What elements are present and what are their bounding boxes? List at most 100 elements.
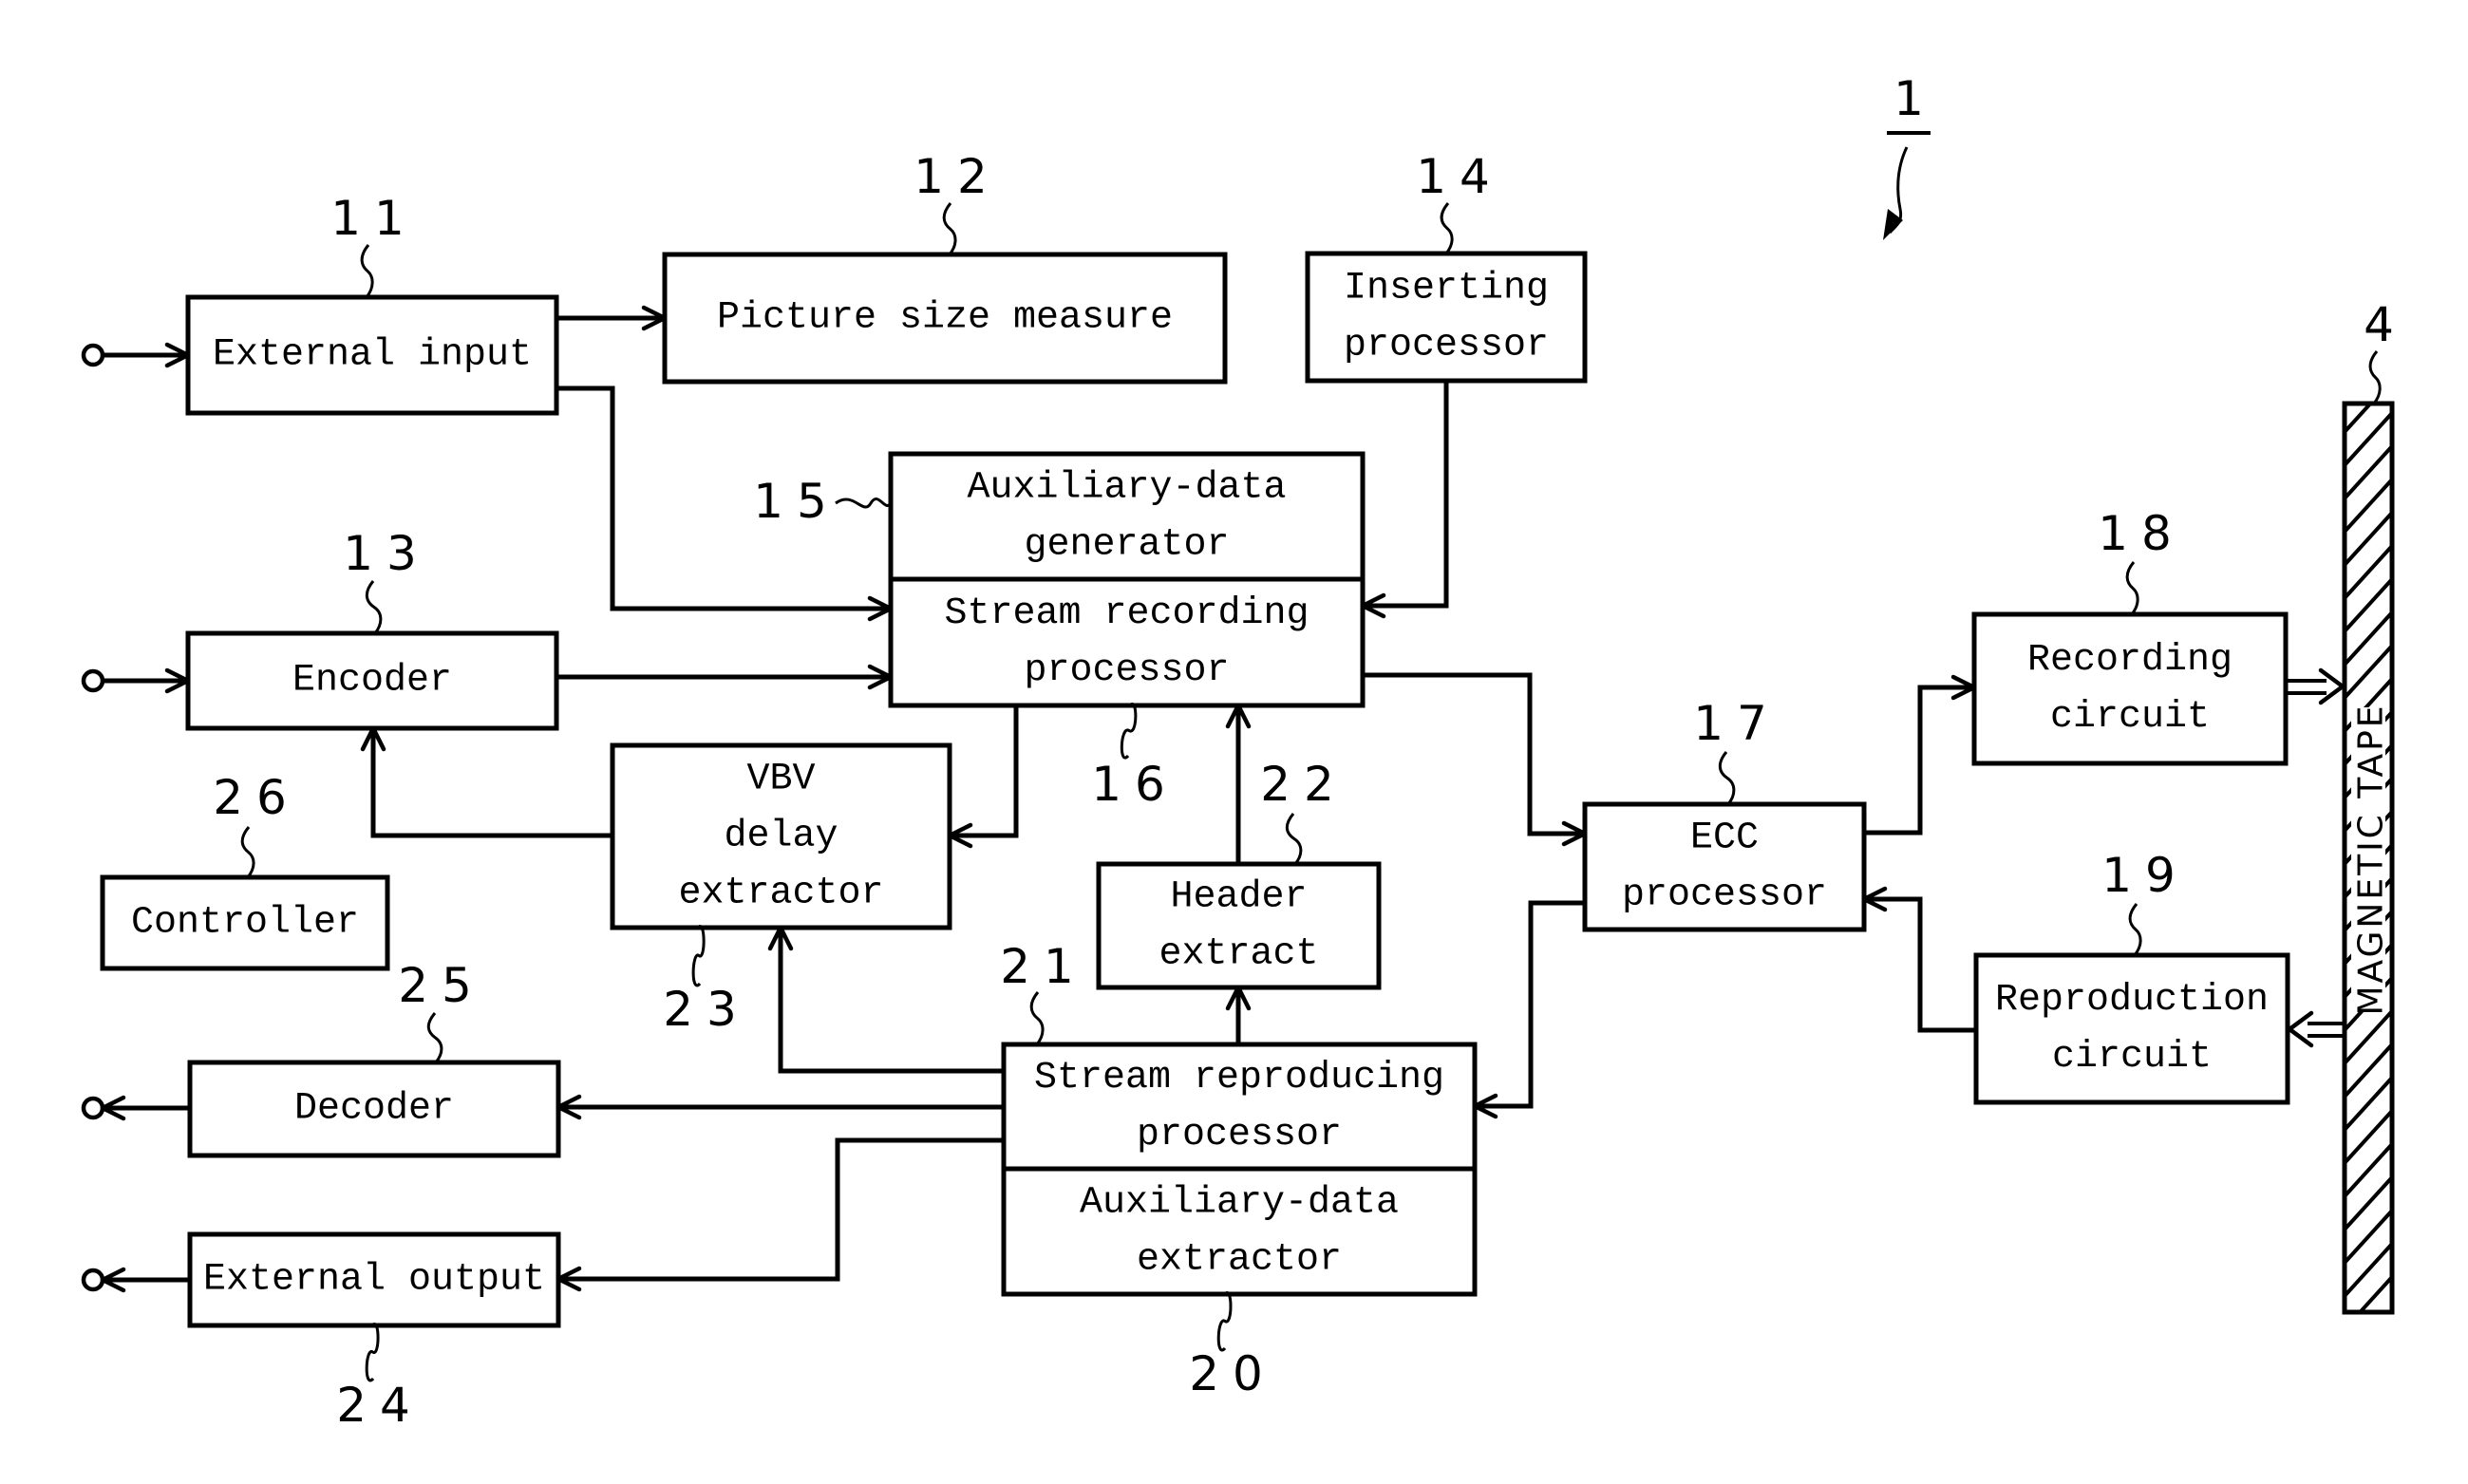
- connector-line: [556, 385, 891, 611]
- ref-16: 16: [1091, 702, 1178, 812]
- wire-input-to-encoder: [103, 667, 191, 694]
- aux-extractor-block: Auxiliary-data extractor: [1001, 1166, 1478, 1297]
- connector-line: [558, 1137, 1004, 1282]
- reference-numeral: 18: [2098, 506, 2185, 561]
- leader-line: [1029, 991, 1045, 1045]
- reference-numeral: 16: [1091, 757, 1178, 812]
- vbv-delay-label-line: VBV: [746, 759, 815, 801]
- stream-reproducing-label-line: processor: [1137, 1114, 1342, 1156]
- connector-line: [1864, 896, 1976, 1033]
- leader-line: [1120, 702, 1138, 760]
- external-output-label-line: External output: [203, 1259, 545, 1302]
- reproduction-circuit-label-line: circuit: [2052, 1036, 2212, 1079]
- reference-numeral: 13: [343, 526, 430, 581]
- connector-line: [1363, 381, 1449, 609]
- system-ref: 1: [1883, 71, 1931, 240]
- decoder-label-line: Decoder: [294, 1088, 454, 1131]
- reproduction-circuit-block: Reproduction circuit: [1973, 952, 2290, 1105]
- leader-line: [365, 1323, 380, 1382]
- leader-line: [942, 202, 957, 255]
- connector-line: [950, 705, 1019, 838]
- wire-header-to-stream-recording: [1225, 703, 1252, 864]
- aux-generator-block: Auxiliary-data generator: [888, 451, 1366, 582]
- leader-line: [835, 498, 893, 509]
- wire-stream-reproducing-to-decoder: [556, 1094, 1004, 1120]
- tape-ref-numeral: 4: [2364, 297, 2394, 352]
- stream-reproducing-label-line: Stream reproducing: [1034, 1057, 1444, 1099]
- decoder-block: Decoder: [187, 1060, 561, 1158]
- tape-ref: 4: [2364, 297, 2394, 404]
- inserting-block: Inserting processor: [1305, 251, 1588, 384]
- ref-26: 26: [213, 770, 300, 878]
- reference-numeral: 23: [663, 982, 750, 1037]
- connector-line: [1864, 685, 1974, 836]
- recording-circuit-block: Recording circuit: [1971, 611, 2289, 766]
- reference-numeral: 17: [1693, 696, 1780, 751]
- header-extract-label-line: extract: [1159, 933, 1318, 976]
- picture-size-label-line: Picture size measure: [717, 297, 1173, 340]
- aux-extractor-label-line: Auxiliary-data: [1080, 1182, 1399, 1225]
- wire-stream-reproducing-to-external-output: [556, 1137, 1004, 1292]
- ref-12: 12: [914, 149, 988, 255]
- wire-external-input-to-picture-size: [556, 305, 668, 331]
- reference-numeral: 25: [398, 958, 485, 1013]
- header-extract-block: Header extract: [1096, 861, 1382, 990]
- ref-15: 15: [753, 474, 893, 529]
- wire-external-input-to-stream-recording: [556, 385, 894, 622]
- output-terminal-icon: [81, 1268, 105, 1292]
- ref-21: 21: [1000, 939, 1087, 1045]
- inserting-label-line: Inserting: [1344, 268, 1549, 310]
- reference-numeral: 11: [330, 191, 418, 246]
- connector-line: [1475, 900, 1585, 1109]
- vbv-delay-label-line: delay: [724, 816, 838, 858]
- wire-stream-reproducing-to-vbv: [767, 925, 1004, 1074]
- system-ref-numeral: 1: [1893, 71, 1924, 126]
- reference-numeral: 15: [753, 474, 840, 529]
- ref-20: 20: [1189, 1291, 1263, 1401]
- ecc-label-line: ECC: [1690, 817, 1759, 860]
- wire-stream-reproducing-to-header: [1225, 985, 1252, 1044]
- leader-line: [240, 826, 255, 878]
- inserting-label-line: processor: [1344, 325, 1549, 367]
- vbv-delay-block: VBV delay extractor: [610, 742, 952, 930]
- ref-23: 23: [663, 925, 750, 1037]
- double-arrow-icon: [2287, 1010, 2345, 1048]
- ref-19: 19: [2101, 848, 2189, 956]
- block-diagram: External input Picture size measure Insert…: [0, 0, 2468, 1484]
- reference-numeral: 21: [1000, 939, 1087, 994]
- wire-ecc-to-recording: [1864, 674, 1977, 836]
- leader-line: [365, 580, 383, 634]
- leader-line: [2368, 350, 2382, 404]
- external-input-block: External input: [185, 294, 559, 416]
- leader-line: [2125, 561, 2139, 615]
- input-terminal-icon: [81, 668, 105, 693]
- stream-recording-label-line: Stream recording: [944, 592, 1309, 635]
- wire-stream-recording-to-ecc: [1363, 672, 1588, 847]
- stream-recording-label-line: processor: [1024, 649, 1229, 692]
- ref-22: 22: [1260, 757, 1347, 865]
- reference-numeral: 26: [213, 770, 300, 825]
- output-terminal-icon: [81, 1096, 105, 1120]
- reference-numeral: 19: [2101, 848, 2189, 903]
- ref-11: 11: [330, 191, 418, 298]
- leader-line: [1216, 1291, 1233, 1352]
- wire-ecc-to-stream-reproducing: [1472, 900, 1585, 1119]
- recording-circuit-label-line: Recording: [2027, 639, 2233, 682]
- encoder-block: Encoder: [185, 630, 559, 731]
- leader-line: [691, 925, 706, 987]
- input-terminal-icon: [81, 343, 105, 367]
- ref-25: 25: [398, 958, 485, 1063]
- recording-circuit-box: [1971, 611, 2289, 766]
- reference-numeral: 14: [1416, 149, 1503, 204]
- wire-reproduction-to-ecc: [1861, 886, 1976, 1033]
- vbv-delay-label-line: extractor: [678, 873, 883, 915]
- magnetic-tape: MAGNETIC TAPE: [2342, 401, 2395, 1315]
- ref-17: 17: [1693, 696, 1780, 805]
- reference-numeral: 22: [1260, 757, 1347, 812]
- stream-reproducing-block: Stream reproducing processor: [1001, 1042, 1478, 1172]
- wire-decoder-to-output: [100, 1095, 190, 1121]
- aux-generator-label-line: Auxiliary-data: [967, 467, 1286, 510]
- encoder-label-line: Encoder: [292, 660, 452, 703]
- leader-line: [426, 1012, 443, 1063]
- connector-line: [778, 928, 1004, 1074]
